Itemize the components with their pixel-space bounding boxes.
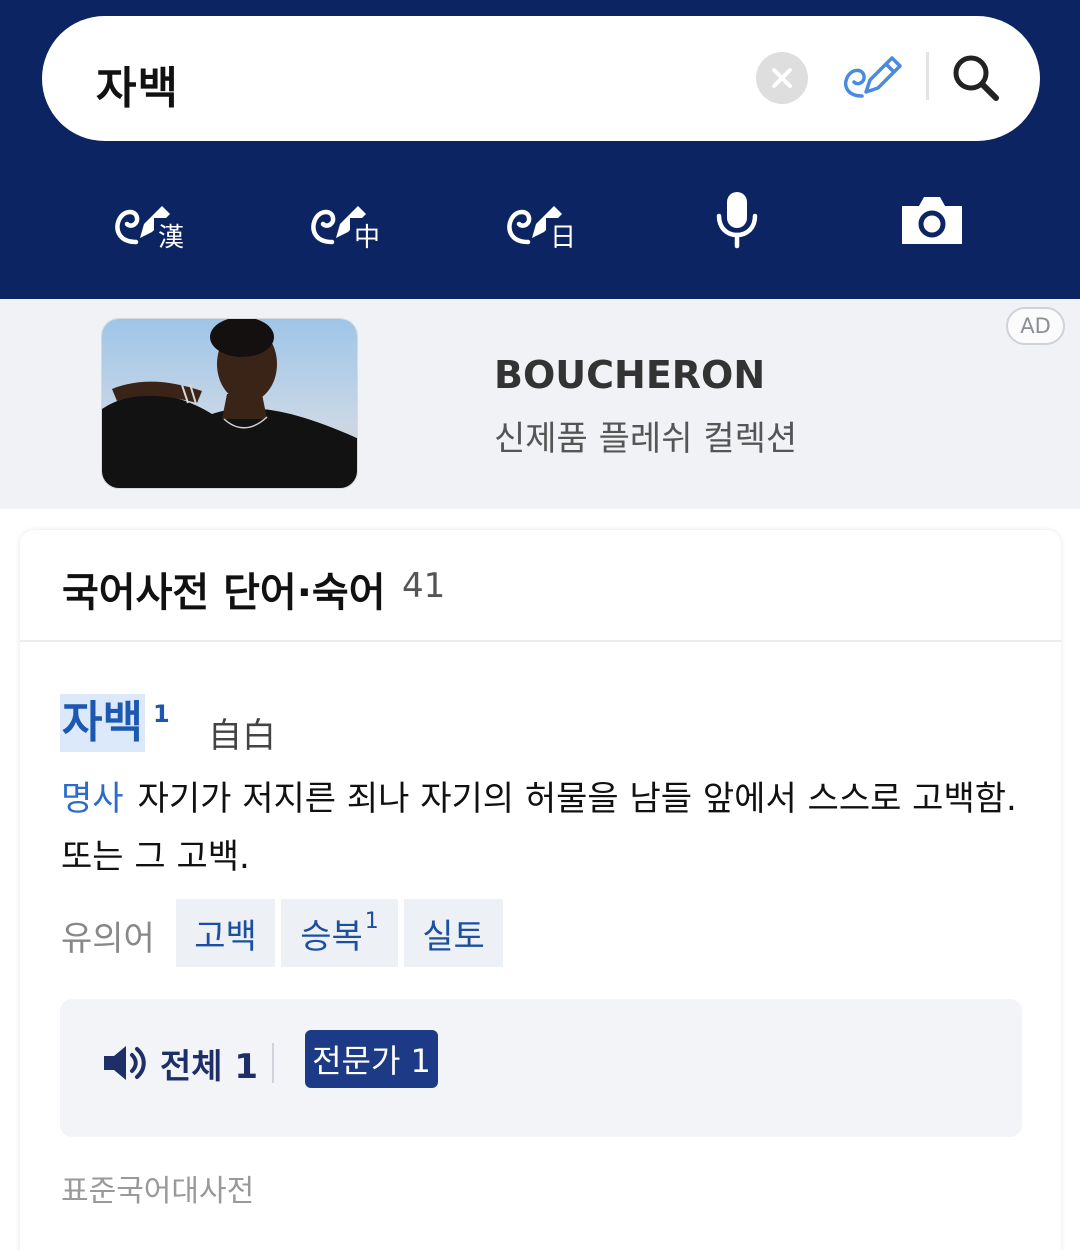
svg-text:漢: 漢 [158,223,184,252]
handwriting-pen-icon [843,56,902,98]
handwriting-hanja-icon: 漢 [115,206,188,252]
search-icon [953,55,999,101]
search-bar[interactable]: 자백 [42,16,1040,141]
pronunciation-divider [272,1043,274,1083]
input-tools: 漢 中 日 [0,180,1080,260]
ad-banner[interactable]: BOUCHERON 신제품 플레쉬 컬렉션 AD [0,299,1080,509]
search-divider [926,52,929,100]
ad-copy[interactable]: 신제품 플레쉬 컬렉션 [494,411,797,460]
hanja-handwriting-button[interactable]: 漢 [105,180,195,260]
pronunciation-box: 전체 1 전문가 1 [60,999,1022,1137]
dictionary-source[interactable]: 표준국어대사전 [61,1166,254,1210]
svg-text:日: 日 [550,223,576,252]
japanese-handwriting-button[interactable]: 日 [497,180,587,260]
dictionary-card: 국어사전 단어·숙어 41 자백 1 自白 명사 자기가 저지른 죄나 자기의 허… [20,530,1061,1250]
synonym-word: 고백 [194,916,257,957]
ad-image[interactable] [101,318,358,489]
voice-search-button[interactable] [692,180,782,260]
synonym-label: 유의어 [61,919,155,959]
handwriting-japanese-icon: 日 [507,206,580,252]
pronunciation-expert-button[interactable]: 전문가 1 [305,1030,438,1088]
close-icon [772,68,792,88]
handwriting-button[interactable] [840,46,906,108]
synonym-chip[interactable]: 고백 [176,899,275,967]
speaker-icon[interactable] [102,1043,148,1083]
section-divider [20,640,1061,642]
section-title[interactable]: 국어사전 단어·숙어 [62,560,386,618]
handwriting-chinese-icon: 中 [311,206,384,252]
synonym-word: 승복 [300,916,363,957]
clear-search-button[interactable] [756,52,808,104]
entry-hanja[interactable]: 自白 [208,708,276,757]
chinese-handwriting-button[interactable]: 中 [301,180,391,260]
synonym-chip[interactable]: 승복 1 [281,899,398,967]
entry-superscript: 1 [153,700,170,728]
synonym-chip[interactable]: 실토 [404,899,503,967]
synonym-word: 실토 [422,916,485,957]
entry-word[interactable]: 자백 [60,694,145,752]
svg-text:中: 中 [354,223,380,252]
pronunciation-all-button[interactable]: 전체 1 [160,1039,258,1088]
entry-definition: 명사 자기가 저지른 죄나 자기의 허물을 남들 앞에서 스스로 고백함. 또는 … [61,770,1021,886]
ad-brand[interactable]: BOUCHERON [494,353,765,397]
app-header: 자백 漢 中 日 [0,0,1080,299]
camera-icon [902,197,962,244]
camera-search-button[interactable] [887,180,977,260]
definition-text: 자기가 저지른 죄나 자기의 허물을 남들 앞에서 스스로 고백함. 또는 그 … [61,779,1017,877]
section-count: 41 [402,566,446,606]
synonym-superscript: 1 [364,908,379,934]
search-input[interactable]: 자백 [96,52,179,116]
part-of-speech: 명사 [61,779,124,819]
ad-badge[interactable]: AD [1006,307,1065,345]
search-button[interactable] [946,48,1006,108]
microphone-icon [716,192,758,249]
